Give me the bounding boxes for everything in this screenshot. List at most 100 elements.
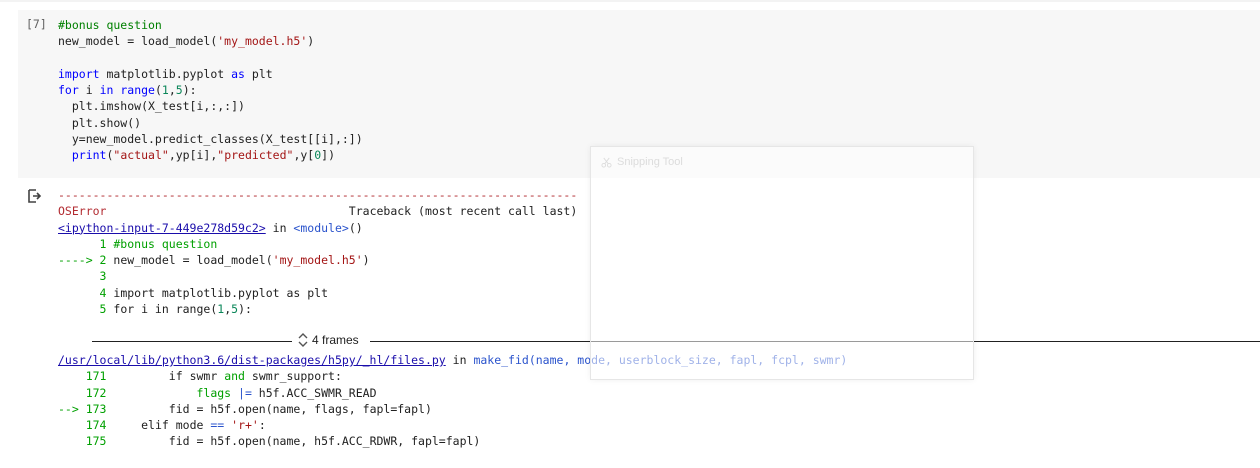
code-token: ,y[ (293, 148, 315, 163)
code-token: range (120, 83, 155, 98)
code-token: import (58, 66, 100, 81)
code-token: OSError (58, 204, 107, 219)
output-arrow-icon[interactable] (26, 188, 42, 204)
code-token: 4 (58, 285, 114, 300)
code-line: new_model = load_model('my_model.h5') (58, 33, 363, 49)
code-token: --> 173 (58, 401, 114, 416)
code-token: swmr_support: (244, 369, 342, 384)
code-token: as (231, 66, 245, 81)
output-line: 174 elif mode == 'r+': (58, 417, 847, 433)
code-line: for i in range(1,5): (58, 82, 363, 98)
code-token: plt.show() (58, 115, 142, 130)
code-token: ): (182, 83, 197, 98)
top-divider (0, 0, 1260, 2)
frames-divider-left (92, 341, 292, 342)
code-token: new_model = load_model( (113, 253, 273, 268)
output-line: <ipython-input-7-449e278d59c2> in <modul… (58, 220, 577, 236)
code-line: import matplotlib.pyplot as plt (58, 66, 363, 82)
code-line: #bonus question (58, 17, 363, 33)
code-token: ) (362, 253, 370, 268)
code-token: in (99, 83, 114, 98)
code-token: h5f.ACC_SWMR_READ (251, 385, 377, 400)
code-token: fid = h5f.open(name, flags, fapl=fapl) (113, 401, 432, 416)
traceback-link[interactable]: /usr/local/lib/python3.6/dist-packages/h… (58, 353, 446, 367)
snipping-tool-title: Snipping Tool (617, 156, 683, 168)
output-line: 4 import matplotlib.pyplot as plt (58, 285, 577, 301)
code-token: plt.imshow(X_test[i,:,:]) (58, 99, 245, 114)
output-line: ----------------------------------------… (58, 187, 577, 203)
code-token: () (348, 220, 363, 235)
code-token: 174 (58, 418, 142, 433)
traceback-link[interactable]: <ipython-input-7-449e278d59c2> (58, 221, 266, 235)
code-token: ----> 2 (58, 253, 114, 268)
code-token: ----------------------------------------… (58, 188, 578, 202)
execution-count: [7] (26, 17, 47, 31)
code-line: plt.imshow(X_test[i,:,:]) (58, 98, 363, 114)
output-line: 1 #bonus question (58, 236, 577, 252)
code-token: in (265, 220, 294, 235)
code-token: in (445, 353, 474, 367)
code-token: for i in range( (113, 302, 218, 317)
code-token: swmr (182, 369, 225, 384)
frames-toggle[interactable]: 4 frames (298, 333, 359, 347)
code-token: import matplotlib.pyplot as plt (113, 285, 329, 300)
code-token: for (58, 83, 79, 98)
code-token: 'r+' (231, 418, 259, 433)
code-token: 3 (58, 269, 107, 284)
output-line: ----> 2 new_model = load_model('my_model… (58, 252, 577, 268)
code-token: 1 #bonus question (58, 236, 218, 251)
output-line: OSError Traceback (most recent call last… (58, 203, 577, 219)
code-token: 5 (175, 83, 183, 98)
code-token: matplotlib.pyplot (99, 66, 232, 81)
code-token: fid = h5f.open(name, h5f.ACC_RDWR, fapl=… (168, 434, 481, 449)
code-token: ): (238, 302, 252, 317)
expand-collapse-icon (298, 333, 308, 347)
output-line: 3 (58, 268, 577, 284)
output-line: 175 fid = h5f.open(name, h5f.ACC_RDWR, f… (58, 433, 847, 449)
snipping-tool-overlay[interactable]: Snipping Tool (590, 146, 974, 380)
code-token: print (71, 148, 107, 163)
code-token: : (258, 418, 266, 433)
code-token: i (78, 83, 100, 98)
output-line: --> 173 fid = h5f.open(name, flags, fapl… (58, 401, 847, 417)
code-token: mode (168, 418, 211, 433)
code-token: |= (238, 385, 252, 400)
code-token: 172 flags (58, 385, 239, 400)
code-token: elif (141, 418, 169, 433)
code-token: Traceback (most recent call last) (106, 204, 578, 219)
code-token: "predicted" (217, 148, 294, 163)
code-token: plt (244, 66, 273, 81)
code-token: 'my_model.h5' (272, 253, 363, 268)
code-editor[interactable]: #bonus question new_model = load_model('m… (58, 17, 363, 164)
code-token: and (224, 369, 245, 384)
code-token: ,yp[i], (168, 148, 218, 163)
scissors-icon (601, 157, 612, 168)
traceback-output: ----------------------------------------… (58, 187, 577, 317)
code-line: plt.show() (58, 115, 363, 131)
code-token: ) (307, 34, 315, 49)
code-token: ]) (321, 148, 336, 163)
snipping-tool-titlebar[interactable]: Snipping Tool (601, 156, 683, 168)
code-token: y=new_model.predict_classes(X_test[[i],:… (58, 132, 363, 147)
code-token: if (168, 369, 183, 384)
code-token: == (210, 418, 225, 433)
code-token: 'my_model.h5' (217, 34, 308, 49)
frames-label: 4 frames (312, 333, 359, 347)
code-token: 171 (58, 369, 169, 384)
code-token: <module> (293, 220, 349, 235)
output-line: 5 for i in range(1,5): (58, 301, 577, 317)
code-token: 175 (58, 434, 169, 449)
code-token: #bonus question (58, 18, 162, 32)
code-token: ( (154, 83, 162, 98)
code-token: "actual" (113, 148, 169, 163)
code-line: print("actual",yp[i],"predicted",y[0]) (58, 147, 363, 163)
code-token: , (168, 83, 176, 98)
code-token: 5 (58, 302, 114, 317)
code-line: y=new_model.predict_classes(X_test[[i],:… (58, 131, 363, 147)
output-line: 172 flags |= h5f.ACC_SWMR_READ (58, 385, 847, 401)
code-token: new_model = load_model( (58, 34, 218, 49)
code-token: make_fid (473, 353, 529, 367)
code-token: 1 (161, 83, 169, 98)
